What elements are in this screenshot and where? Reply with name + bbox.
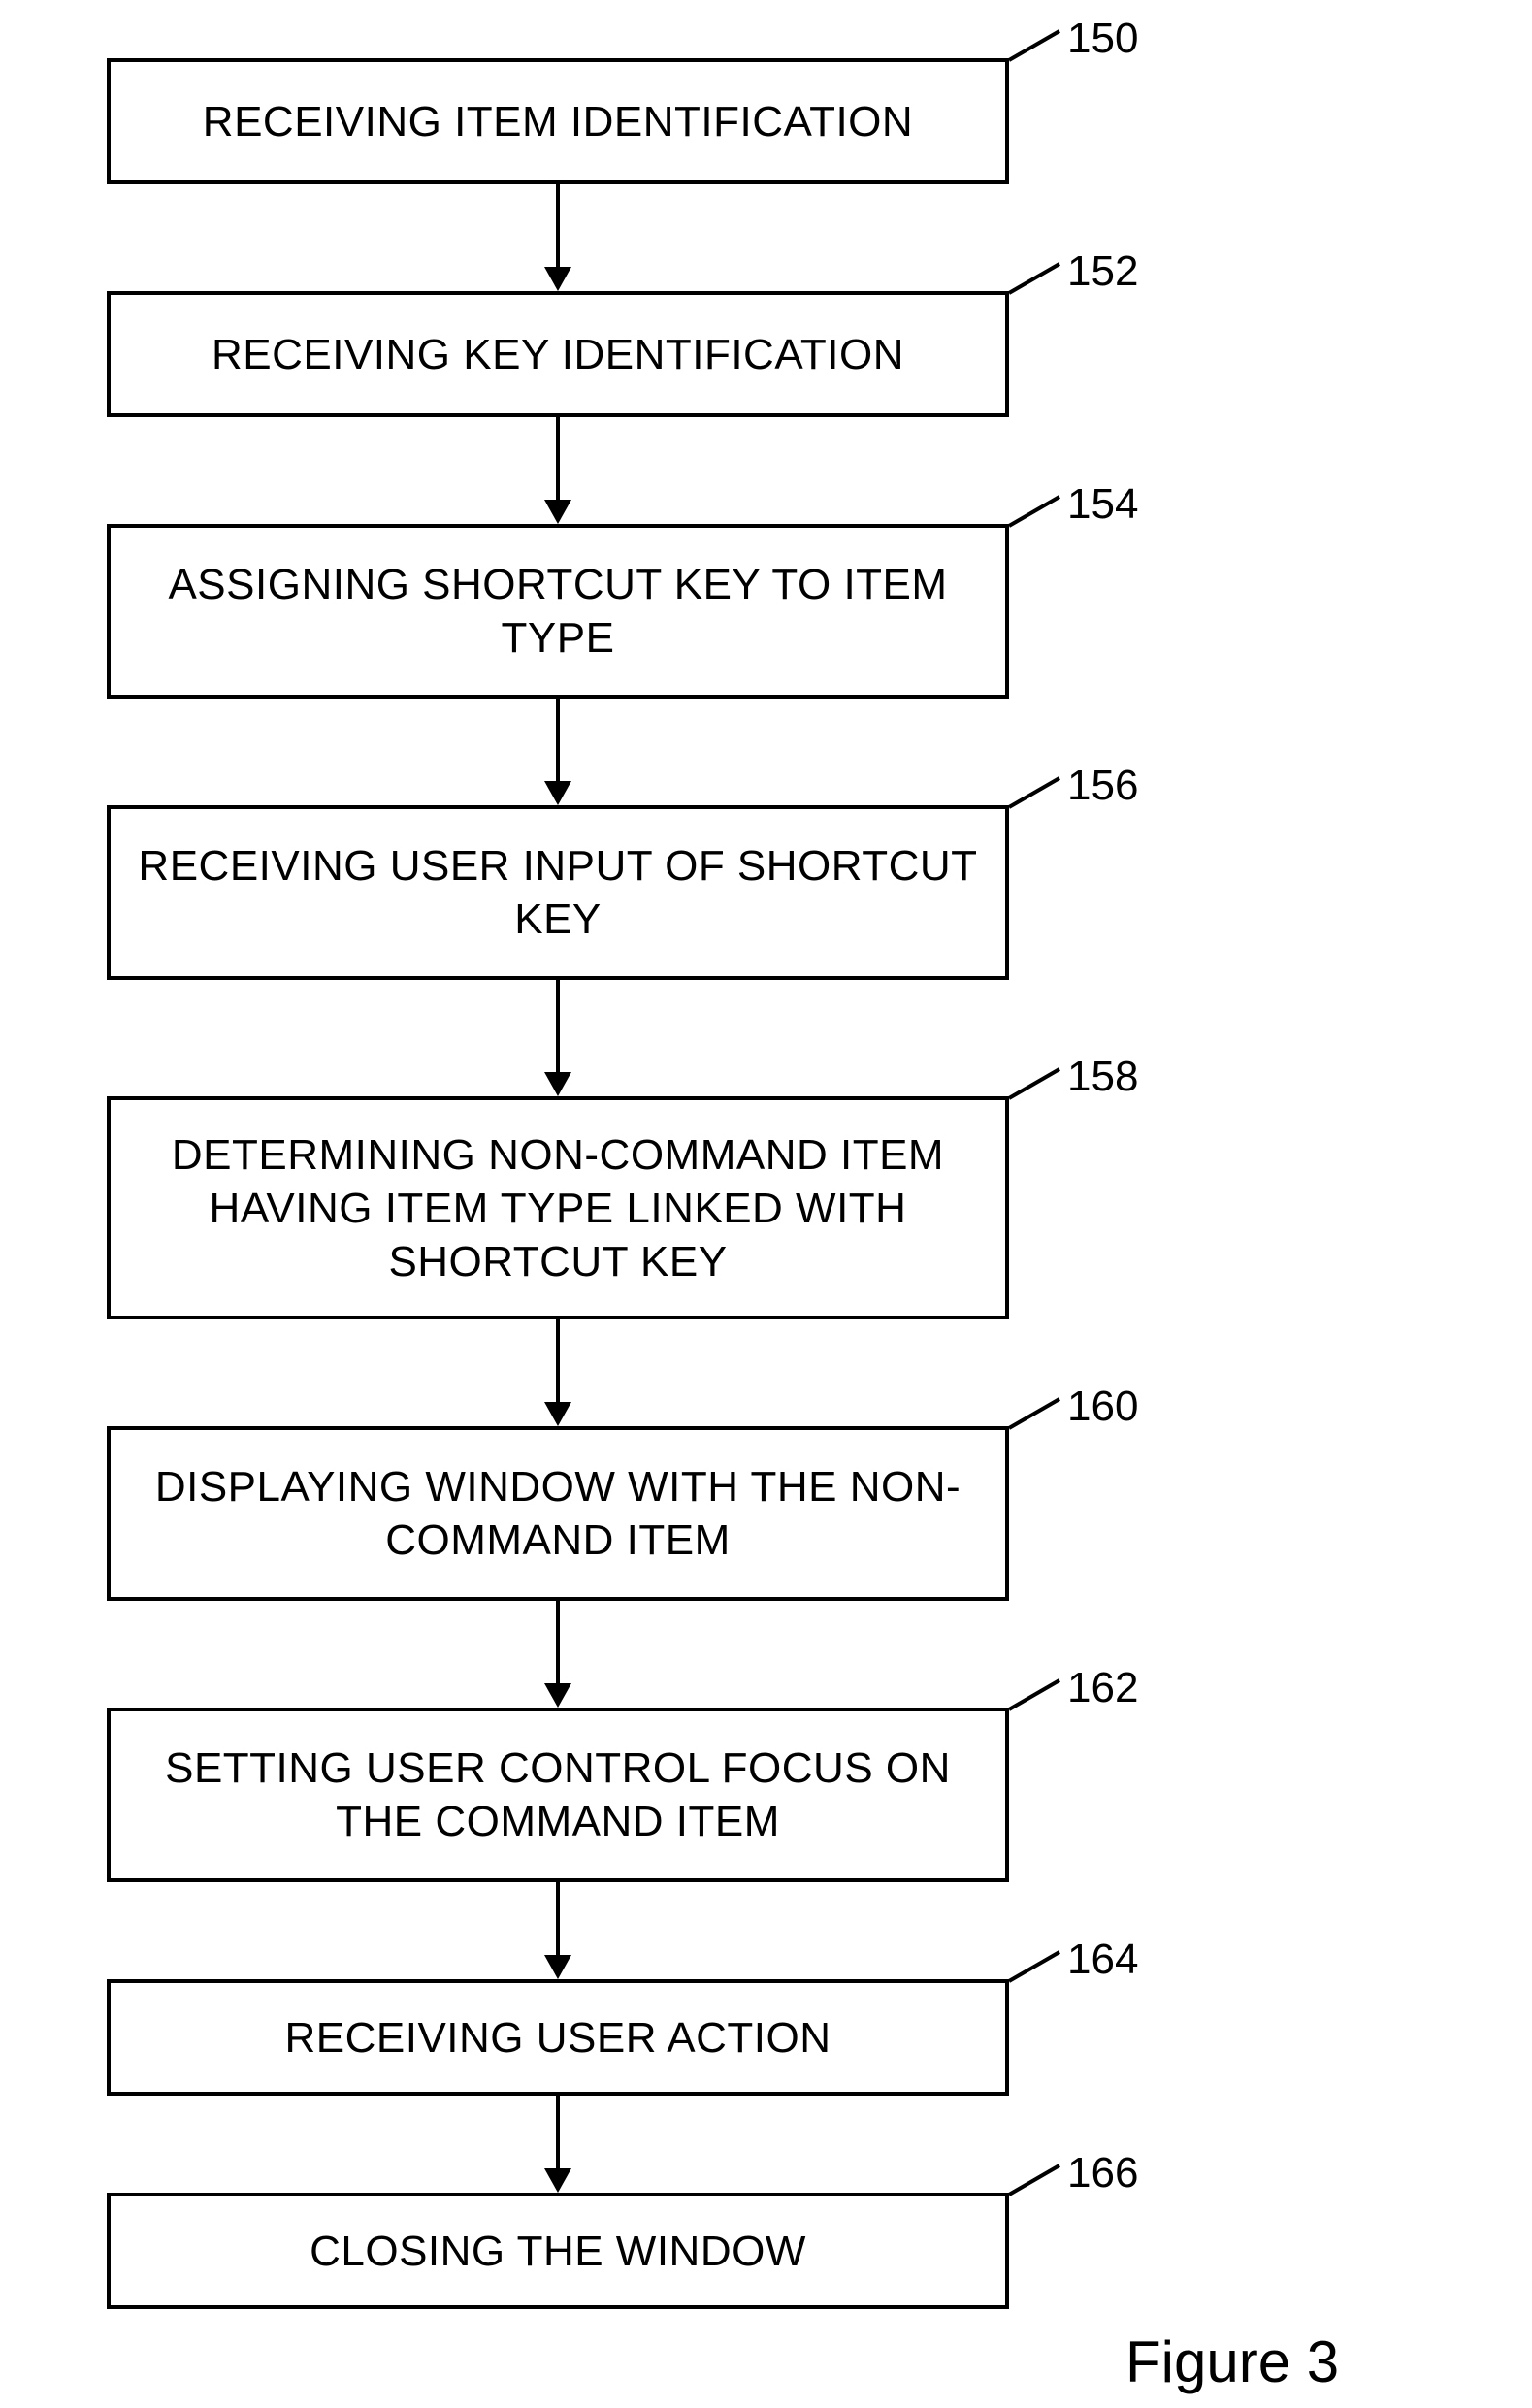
leader-line <box>1008 1397 1060 1429</box>
step-text: CLOSING THE WINDOW <box>310 2225 806 2278</box>
step-text: RECEIVING USER ACTION <box>284 2011 831 2065</box>
flowchart-step-158: DETERMINING NON-COMMAND ITEM HAVING ITEM… <box>107 1096 1009 1319</box>
arrow-icon <box>538 699 577 805</box>
leader-line <box>1008 495 1060 527</box>
flowchart-step-164: RECEIVING USER ACTION <box>107 1979 1009 2096</box>
step-ref-164: 164 <box>1067 1936 1138 1984</box>
arrow-icon <box>538 184 577 291</box>
arrow-icon <box>538 1882 577 1979</box>
arrow-icon <box>538 1601 577 1708</box>
flowchart-step-154: ASSIGNING SHORTCUT KEY TO ITEM TYPE <box>107 524 1009 699</box>
leader-line <box>1008 1678 1060 1710</box>
flowchart-step-150: RECEIVING ITEM IDENTIFICATION <box>107 58 1009 184</box>
step-ref-162: 162 <box>1067 1664 1138 1712</box>
step-text: RECEIVING ITEM IDENTIFICATION <box>203 95 913 148</box>
leader-line <box>1008 776 1060 808</box>
leader-line <box>1008 262 1060 294</box>
flowchart-step-160: DISPLAYING WINDOW WITH THE NON-COMMAND I… <box>107 1426 1009 1601</box>
step-ref-158: 158 <box>1067 1053 1138 1101</box>
figure-caption: Figure 3 <box>1125 2328 1339 2395</box>
step-ref-166: 166 <box>1067 2149 1138 2197</box>
step-ref-156: 156 <box>1067 762 1138 810</box>
arrow-icon <box>538 1319 577 1426</box>
flowchart-step-162: SETTING USER CONTROL FOCUS ON THE COMMAN… <box>107 1708 1009 1882</box>
leader-line <box>1008 1067 1060 1099</box>
flowchart-canvas: RECEIVING ITEM IDENTIFICATION 150 RECEIV… <box>0 0 1532 2408</box>
arrow-icon <box>538 2096 577 2193</box>
leader-line <box>1008 1950 1060 1982</box>
step-ref-160: 160 <box>1067 1383 1138 1431</box>
step-ref-150: 150 <box>1067 15 1138 63</box>
step-ref-152: 152 <box>1067 247 1138 296</box>
leader-line <box>1008 2164 1060 2196</box>
flowchart-step-152: RECEIVING KEY IDENTIFICATION <box>107 291 1009 417</box>
step-text: ASSIGNING SHORTCUT KEY TO ITEM TYPE <box>130 558 986 665</box>
step-text: RECEIVING KEY IDENTIFICATION <box>212 328 904 381</box>
step-text: DISPLAYING WINDOW WITH THE NON-COMMAND I… <box>130 1460 986 1567</box>
step-text: SETTING USER CONTROL FOCUS ON THE COMMAN… <box>130 1741 986 1848</box>
step-ref-154: 154 <box>1067 480 1138 529</box>
arrow-icon <box>538 980 577 1096</box>
arrow-icon <box>538 417 577 524</box>
step-text: RECEIVING USER INPUT OF SHORTCUT KEY <box>130 839 986 946</box>
flowchart-step-156: RECEIVING USER INPUT OF SHORTCUT KEY <box>107 805 1009 980</box>
step-text: DETERMINING NON-COMMAND ITEM HAVING ITEM… <box>130 1128 986 1288</box>
flowchart-step-166: CLOSING THE WINDOW <box>107 2193 1009 2309</box>
leader-line <box>1008 29 1060 61</box>
